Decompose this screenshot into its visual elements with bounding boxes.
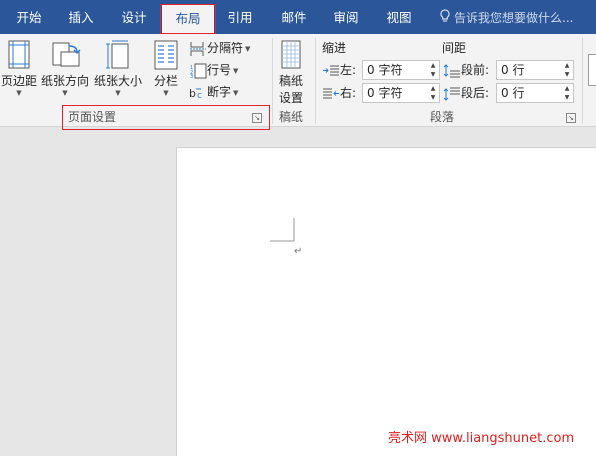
tab-layout[interactable]: 布局 bbox=[162, 5, 214, 34]
arrange-partial-icon bbox=[588, 54, 596, 86]
chevron-down-icon: ▼ bbox=[62, 89, 68, 97]
chevron-down-icon: ▼ bbox=[233, 88, 239, 97]
svg-text:b: b bbox=[189, 87, 196, 100]
dialog-launcher-icon[interactable]: ↘ bbox=[252, 113, 262, 123]
margins-button[interactable]: 页边距 ▼ bbox=[0, 40, 38, 97]
indent-right-value: 0 字符 bbox=[367, 86, 403, 100]
dialog-launcher-icon[interactable]: ↘ bbox=[566, 113, 576, 123]
chevron-down-icon: ▼ bbox=[115, 89, 121, 97]
manuscript-icon bbox=[274, 40, 308, 70]
hyphenation-label: 断字 bbox=[207, 85, 232, 99]
page-setup-group-label: 页面设置 bbox=[68, 110, 117, 124]
spacing-before-input[interactable]: 0 行 ▲ ▼ bbox=[496, 60, 574, 80]
tab-review[interactable]: 审阅 bbox=[331, 0, 361, 34]
spacing-after-icon bbox=[443, 86, 461, 101]
indent-right-row: 右: bbox=[322, 83, 356, 103]
spacing-before-value: 0 行 bbox=[501, 63, 525, 77]
size-button[interactable]: 纸张大小 ▼ bbox=[93, 40, 143, 97]
indent-right-label: 右: bbox=[340, 86, 357, 100]
tab-view[interactable]: 视图 bbox=[384, 0, 414, 34]
tab-design[interactable]: 设计 bbox=[119, 0, 149, 34]
ribbon-tab-bar: 开始 插入 设计 布局 引用 邮件 审阅 视图 告诉我您想要做什么... bbox=[0, 0, 596, 34]
spinner-arrows-icon[interactable]: ▲ ▼ bbox=[562, 84, 572, 102]
breaks-label: 分隔符 bbox=[207, 41, 244, 55]
tell-me-text: 告诉我您想要做什么... bbox=[454, 11, 574, 25]
tab-mailings[interactable]: 邮件 bbox=[279, 0, 309, 34]
ribbon: 页边距 ▼ 纸张方向 ▼ 纸张大小 ▼ 分栏 ▼ 分隔符 ▼ 1 2 3 行号 ▼ bc断… bbox=[0, 34, 596, 130]
columns-button[interactable]: 分栏 ▼ bbox=[150, 40, 182, 97]
columns-icon bbox=[150, 40, 182, 70]
margin-corner-marker bbox=[270, 218, 295, 242]
spinner-arrows-icon[interactable]: ▲ ▼ bbox=[428, 84, 438, 102]
manuscript-settings-button[interactable]: 稿纸 设置 bbox=[274, 40, 308, 106]
indent-left-input[interactable]: 0 字符 ▲ ▼ bbox=[362, 60, 440, 80]
indent-left-row: 左: bbox=[322, 60, 356, 80]
spacing-after-label: 段后: bbox=[461, 86, 490, 100]
chevron-down-icon: ▼ bbox=[245, 44, 251, 53]
watermark: 亮术网 www.liangshunet.com bbox=[388, 431, 575, 446]
spacing-after-row: 段后: bbox=[443, 83, 489, 103]
columns-label: 分栏 bbox=[153, 74, 178, 88]
spinner-arrows-icon[interactable]: ▲ ▼ bbox=[428, 61, 438, 79]
orientation-icon bbox=[40, 40, 90, 70]
lightbulb-icon bbox=[440, 1, 450, 37]
indent-left-value: 0 字符 bbox=[367, 63, 403, 77]
tab-insert[interactable]: 插入 bbox=[66, 0, 96, 34]
chevron-down-icon: ▼ bbox=[163, 89, 169, 97]
manuscript-label-line2: 设置 bbox=[278, 91, 303, 105]
line-numbers-icon: 123 bbox=[189, 63, 207, 80]
manuscript-group-label: 稿纸 bbox=[278, 110, 303, 124]
group-separator bbox=[272, 38, 273, 124]
chevron-down-icon: ▼ bbox=[233, 66, 239, 75]
indent-left-icon bbox=[322, 63, 340, 77]
hyphenation-icon: bc bbox=[189, 85, 207, 101]
tab-home[interactable]: 开始 bbox=[14, 0, 44, 34]
orientation-button[interactable]: 纸张方向 ▼ bbox=[40, 40, 90, 97]
spacing-before-row: 段前: bbox=[443, 60, 489, 80]
line-numbers-label: 行号 bbox=[207, 63, 232, 77]
paper-size-icon bbox=[93, 40, 143, 70]
spacing-after-value: 0 行 bbox=[501, 86, 525, 100]
orientation-label: 纸张方向 bbox=[40, 74, 89, 88]
hyphenation-button[interactable]: b c 断字 ▼ bbox=[189, 82, 238, 102]
indent-left-label: 左: bbox=[340, 63, 357, 77]
breaks-icon bbox=[189, 41, 207, 56]
indent-right-icon bbox=[322, 86, 340, 100]
margins-icon bbox=[0, 40, 38, 70]
tell-me-box[interactable]: 告诉我您想要做什么... bbox=[440, 0, 573, 34]
paragraph-group-label: 段落 bbox=[429, 110, 454, 124]
group-separator bbox=[315, 38, 316, 124]
margins-label: 页边距 bbox=[0, 74, 37, 88]
document-page[interactable]: ↵ bbox=[176, 147, 596, 456]
tab-references[interactable]: 引用 bbox=[225, 0, 255, 34]
manuscript-label-line1: 稿纸 bbox=[278, 74, 303, 88]
paragraph-mark: ↵ bbox=[294, 246, 303, 257]
size-label: 纸张大小 bbox=[93, 74, 142, 88]
indent-title: 缩进 bbox=[322, 41, 347, 55]
spacing-before-label: 段前: bbox=[461, 63, 490, 77]
breaks-button[interactable]: 分隔符 ▼ bbox=[189, 38, 250, 58]
line-numbers-button[interactable]: 1 2 3 行号 ▼ bbox=[189, 60, 238, 80]
spacing-before-icon bbox=[443, 63, 461, 77]
indent-right-input[interactable]: 0 字符 ▲ ▼ bbox=[362, 83, 440, 103]
group-separator bbox=[582, 38, 583, 124]
svg-text:3: 3 bbox=[190, 74, 193, 79]
chevron-down-icon: ▼ bbox=[16, 89, 22, 97]
svg-text:c: c bbox=[197, 91, 202, 101]
spacing-title: 间距 bbox=[442, 41, 467, 55]
spinner-arrows-icon[interactable]: ▲ ▼ bbox=[562, 61, 572, 79]
spacing-after-input[interactable]: 0 行 ▲ ▼ bbox=[496, 83, 574, 103]
